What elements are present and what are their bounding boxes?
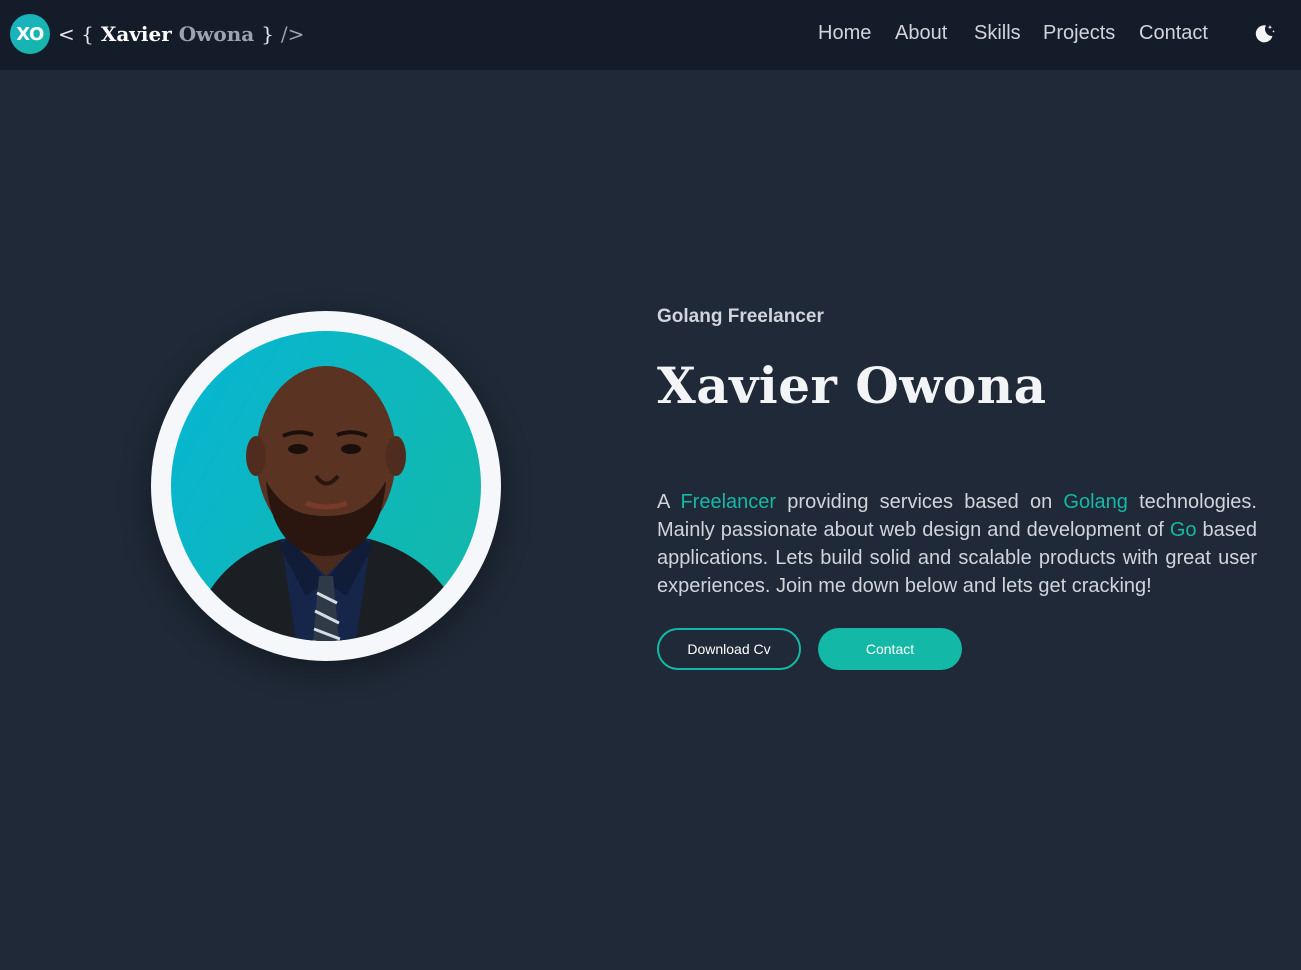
logo-badge[interactable]: XO xyxy=(10,14,50,54)
intro-highlight-go: Go xyxy=(1169,519,1197,541)
intro-highlight-golang: Golang xyxy=(1063,491,1128,513)
logo-last-name: Owona xyxy=(178,22,255,46)
download-cv-button[interactable]: Download Cv xyxy=(657,628,801,670)
logo-close-brace: } xyxy=(261,22,274,46)
intro-highlight-freelancer: Freelancer xyxy=(680,491,777,513)
logo-first-name: Xavier xyxy=(100,22,172,46)
logo-close-tag: /> xyxy=(280,22,305,46)
nav-home[interactable]: Home xyxy=(818,22,871,45)
logo-text[interactable]: < { Xavier Owona } /> xyxy=(58,22,304,46)
hero-name: Xavier Owona xyxy=(657,356,1047,415)
portrait-illustration xyxy=(191,366,466,641)
nav-projects[interactable]: Projects xyxy=(1043,22,1115,45)
profile-photo-frame xyxy=(151,311,501,661)
nav-about[interactable]: About xyxy=(895,22,947,45)
navbar: XO < { Xavier Owona } /> Home About Skil… xyxy=(0,0,1301,70)
contact-button[interactable]: Contact xyxy=(818,628,962,670)
theme-toggle-button[interactable] xyxy=(1250,20,1278,48)
logo-open-bracket: < { xyxy=(58,22,94,46)
profile-photo xyxy=(171,331,481,641)
hero-role: Golang Freelancer xyxy=(657,306,824,327)
hero-intro: A Freelancer providing services based on… xyxy=(657,488,1257,600)
moon-stars-icon xyxy=(1255,25,1275,43)
intro-text: A xyxy=(657,491,670,513)
nav-contact[interactable]: Contact xyxy=(1139,22,1208,45)
nav-skills[interactable]: Skills xyxy=(974,22,1021,45)
intro-text: providing services based on xyxy=(787,491,1053,513)
